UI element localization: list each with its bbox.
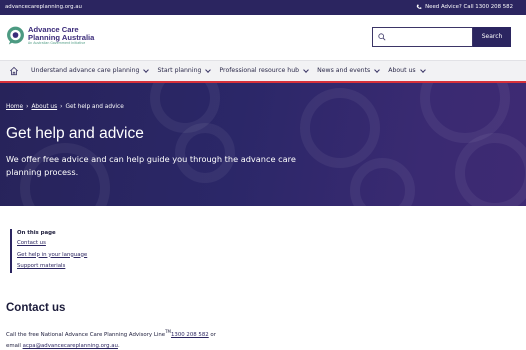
decorative-bubble: [300, 88, 380, 168]
chevron-down-icon: [143, 66, 150, 73]
page-subtitle: We offer free advice and can help guide …: [6, 154, 296, 177]
chevron-down-icon: [205, 66, 212, 73]
on-this-page-link-support[interactable]: Support materials: [17, 261, 87, 273]
chevron-down-icon: [374, 66, 381, 73]
search-button[interactable]: Search: [473, 27, 511, 47]
decorative-bubble: [455, 133, 526, 206]
site-domain: advancecareplanning.org.au: [5, 4, 82, 10]
hero-banner: Home › About us › Get help and advice Ge…: [0, 83, 526, 206]
contact-heading: Contact us: [6, 302, 66, 314]
decorative-bubble: [350, 158, 415, 206]
contact-text: Call the free National Advance Care Plan…: [6, 326, 366, 350]
on-this-page: On this page Contact us Get help in your…: [10, 229, 87, 273]
phone-link[interactable]: 1300 208 582: [171, 332, 209, 338]
nav-item-label: About us: [388, 67, 416, 74]
nav-item-label: Start planning: [157, 67, 202, 74]
advice-text: Need Advice? Call 1300 208 582: [425, 4, 513, 10]
nav-item-professional-hub[interactable]: Professional resource hub: [219, 66, 309, 74]
nav-item-news-events[interactable]: News and events: [317, 66, 381, 74]
on-this-page-link-language[interactable]: Get help in your language: [17, 250, 87, 262]
breadcrumb-home[interactable]: Home: [6, 104, 23, 110]
breadcrumb-separator: ›: [26, 104, 29, 110]
breadcrumb: Home › About us › Get help and advice: [6, 104, 124, 110]
breadcrumb-current: Get help and advice: [65, 104, 124, 110]
on-this-page-title: On this page: [17, 230, 56, 236]
site-logo[interactable]: Advance Care Planning Australia An Austr…: [6, 26, 94, 46]
email-link[interactable]: acpa@advancecareplanning.org.au: [23, 343, 118, 349]
home-icon[interactable]: [9, 66, 19, 76]
main-nav: Understand advance care planning Start p…: [0, 60, 526, 81]
contact-text-3: email: [6, 342, 23, 349]
on-this-page-link-contact[interactable]: Contact us: [17, 238, 87, 250]
breadcrumb-about-us[interactable]: About us: [31, 104, 57, 110]
nav-item-label: Professional resource hub: [219, 67, 300, 74]
nav-item-start-planning[interactable]: Start planning: [157, 66, 212, 74]
search-input[interactable]: [372, 27, 473, 47]
nav-item-label: News and events: [317, 67, 371, 74]
contact-text-2: or: [208, 331, 216, 338]
advice-line[interactable]: Need Advice? Call 1300 208 582: [416, 4, 513, 10]
logo-line-2: Planning Australia: [28, 32, 95, 42]
top-bar: advancecareplanning.org.au Need Advice? …: [0, 0, 526, 15]
nav-item-understand[interactable]: Understand advance care planning: [31, 66, 150, 74]
phone-icon: [416, 4, 422, 9]
nav-item-about-us[interactable]: About us: [388, 66, 426, 74]
logo-line-3: An Australian Government Initiative: [28, 41, 86, 46]
chevron-down-icon: [419, 66, 426, 73]
chevron-down-icon: [303, 66, 309, 73]
breadcrumb-separator: ›: [60, 104, 63, 110]
search-icon: [378, 33, 386, 41]
nav-item-label: Understand advance care planning: [31, 67, 140, 74]
quote-bubble-icon: [6, 26, 25, 46]
contact-text-4: .: [117, 342, 120, 349]
page-title: Get help and advice: [6, 125, 144, 142]
contact-text-1: Call the free National Advance Care Plan…: [6, 331, 166, 338]
